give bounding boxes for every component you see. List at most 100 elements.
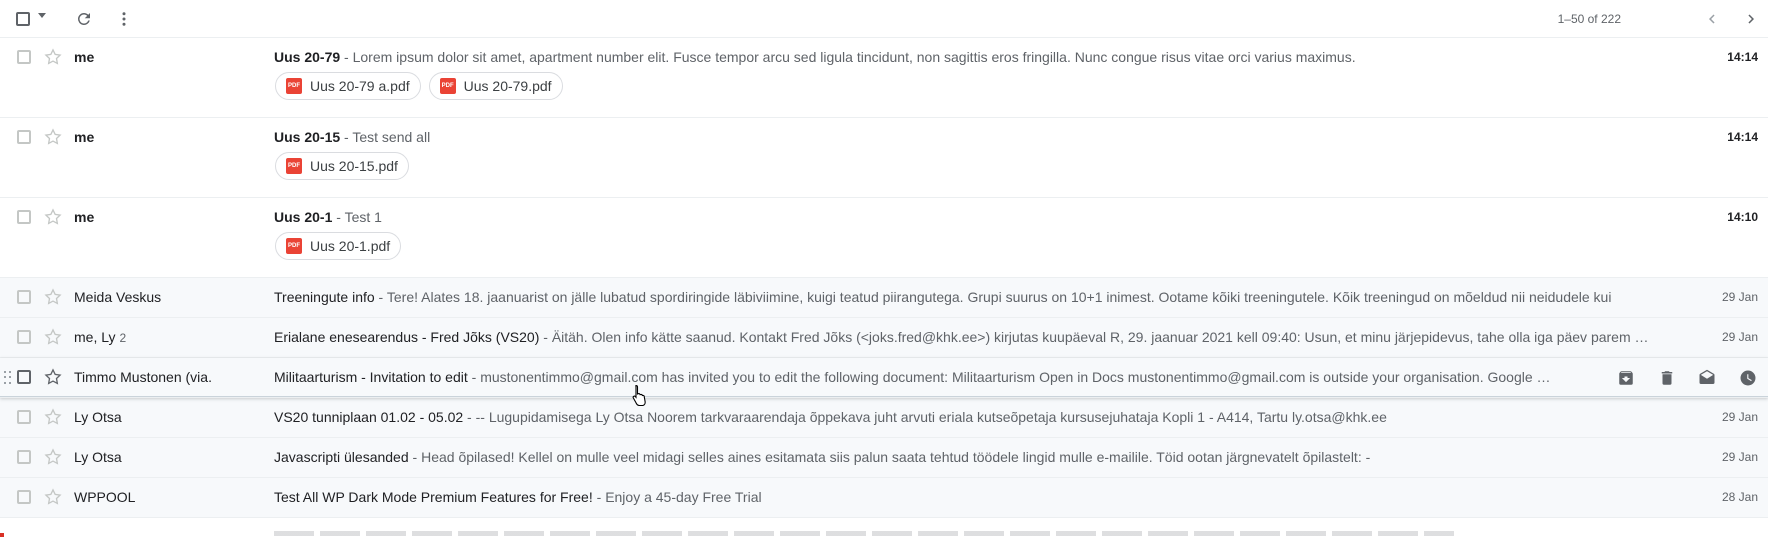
email-snippet: Lorem ipsum dolor sit amet, apartment nu…	[352, 49, 1356, 65]
row-checkbox[interactable]	[17, 210, 31, 224]
attachment-name: Uus 20-15.pdf	[310, 158, 398, 174]
mark-as-read-icon[interactable]	[1697, 368, 1717, 388]
attachment-chip[interactable]: PDF Uus 20-79 a.pdf	[275, 72, 421, 100]
star-icon[interactable]	[43, 327, 63, 347]
email-snippet: Head õpilased! Kellel on mulle veel mida…	[421, 449, 1371, 465]
row-checkbox[interactable]	[17, 330, 31, 344]
star-icon[interactable]	[43, 487, 63, 507]
email-row-hovered[interactable]: Timmo Mustonen (via. Militaarturism - In…	[0, 358, 1768, 398]
label-marker	[0, 533, 4, 537]
email-summary: VS20 tunniplaan 01.02 - 05.02 - -- Lugup…	[274, 409, 1660, 425]
subject-separator: -	[340, 129, 353, 145]
select-dropdown-caret-icon[interactable]	[38, 13, 46, 18]
star-icon[interactable]	[43, 367, 63, 387]
attachment-chip[interactable]: PDF Uus 20-1.pdf	[275, 232, 402, 260]
subject-separator: -	[463, 409, 476, 425]
email-row[interactable]: WPPOOL Test All WP Dark Mode Premium Fea…	[0, 478, 1768, 518]
subject-separator: -	[374, 289, 387, 305]
email-subject: Treeningute info	[274, 289, 375, 305]
sender-name: Ly Otsa	[74, 409, 122, 425]
email-subject: Uus 20-15	[274, 129, 341, 145]
sender-name: me	[74, 49, 95, 65]
attachment-chip[interactable]: PDF Uus 20-79.pdf	[428, 72, 563, 100]
hand-cursor-icon	[632, 384, 646, 406]
email-snippet: Test 1	[344, 209, 382, 225]
attachment-chip[interactable]: PDF Uus 20-15.pdf	[275, 152, 409, 180]
email-row[interactable]: me Uus 20-79 - Lorem ipsum dolor sit ame…	[0, 38, 1768, 118]
email-row[interactable]: me Uus 20-15 - Test send all 14:14 PDF U…	[0, 118, 1768, 198]
row-checkbox[interactable]	[17, 50, 31, 64]
subject-separator: -	[340, 49, 353, 65]
email-row[interactable]: Ly Otsa VS20 tunniplaan 01.02 - 05.02 - …	[0, 398, 1768, 438]
email-snippet: Enjoy a 45-day Free Trial	[605, 489, 762, 505]
email-subject: Uus 20-79	[274, 49, 341, 65]
sender-name: Timmo Mustonen (via.	[74, 369, 212, 385]
email-row[interactable]: Meida Veskus Treeningute info - Tere! Al…	[0, 278, 1768, 318]
archive-icon[interactable]	[1616, 368, 1636, 388]
drag-handle-icon[interactable]	[4, 371, 12, 385]
attachment-name: Uus 20-1.pdf	[310, 238, 391, 254]
email-snippet: Äitäh. Olen info kätte saanud. Kontakt F…	[551, 329, 1649, 345]
row-checkbox[interactable]	[17, 130, 31, 144]
sender-name: WPPOOL	[74, 489, 136, 505]
email-subject: Erialane enesearendus - Fred Jõks (VS20)	[274, 329, 540, 345]
star-icon[interactable]	[43, 207, 63, 227]
attachment-name: Uus 20-79 a.pdf	[310, 78, 410, 94]
refresh-icon[interactable]	[73, 8, 95, 30]
email-snippet: mustonentimmo@gmail.com has invited you …	[480, 369, 1551, 385]
subject-separator: -	[467, 369, 481, 385]
email-summary: Erialane enesearendus - Fred Jõks (VS20)…	[274, 329, 1664, 345]
select-all-checkbox[interactable]	[16, 12, 30, 26]
delete-icon[interactable]	[1657, 368, 1677, 388]
email-date: 14:10	[1727, 210, 1758, 224]
sender-name: me, Ly 2	[74, 329, 234, 345]
star-icon[interactable]	[43, 47, 63, 67]
email-date: 29 Jan	[1721, 290, 1758, 304]
subject-separator: -	[592, 489, 606, 505]
row-checkbox[interactable]	[17, 410, 31, 424]
email-summary: Javascripti ülesanded - Head õpilased! K…	[274, 449, 1660, 465]
cut-off-row-text	[274, 531, 1454, 536]
email-summary: Test All WP Dark Mode Premium Features f…	[274, 489, 1660, 505]
chevron-right-icon[interactable]	[1740, 8, 1762, 30]
sender-name: me	[74, 129, 95, 145]
email-row[interactable]: Ly Otsa Javascripti ülesanded - Head õpi…	[0, 438, 1768, 478]
star-icon[interactable]	[43, 407, 63, 427]
sender-name: Meida Veskus	[74, 289, 162, 305]
subject-separator: -	[539, 329, 552, 345]
star-icon[interactable]	[43, 447, 63, 467]
email-row[interactable]: me Uus 20-1 - Test 1 14:10 PDF Uus 20-1.…	[0, 198, 1768, 278]
email-summary: Treeningute info - Tere! Alates 18. jaan…	[274, 289, 1660, 305]
email-date: 29 Jan	[1721, 410, 1758, 424]
row-checkbox[interactable]	[17, 490, 31, 504]
email-summary: Uus 20-1 - Test 1	[274, 209, 1680, 225]
thread-count: 2	[119, 331, 127, 345]
row-checkbox[interactable]	[17, 450, 31, 464]
attachment-chips: PDF Uus 20-15.pdf	[275, 152, 409, 180]
email-summary: Uus 20-79 - Lorem ipsum dolor sit amet, …	[274, 49, 1680, 65]
hover-actions	[1606, 358, 1768, 398]
star-icon[interactable]	[43, 287, 63, 307]
email-summary: Uus 20-15 - Test send all	[274, 129, 1680, 145]
sender-name: me	[74, 209, 95, 225]
email-subject: Militaarturism - Invitation to edit	[274, 369, 468, 385]
star-icon[interactable]	[43, 127, 63, 147]
email-date: 29 Jan	[1721, 450, 1758, 464]
subject-separator: -	[332, 209, 345, 225]
email-subject: Test All WP Dark Mode Premium Features f…	[274, 489, 593, 505]
more-vert-icon[interactable]	[113, 8, 135, 30]
subject-separator: -	[408, 449, 422, 465]
attachment-name: Uus 20-79.pdf	[463, 78, 552, 94]
sender-name: Ly Otsa	[74, 449, 122, 465]
email-date: 29 Jan	[1721, 330, 1758, 344]
snooze-icon[interactable]	[1738, 368, 1758, 388]
chevron-left-icon[interactable]	[1701, 8, 1723, 30]
email-snippet: Test send all	[352, 129, 431, 145]
pdf-icon: PDF	[286, 158, 302, 174]
pdf-icon: PDF	[439, 78, 456, 94]
row-checkbox[interactable]	[17, 370, 31, 384]
email-summary: Militaarturism - Invitation to edit - mu…	[274, 369, 1600, 385]
email-subject: Javascripti ülesanded	[274, 449, 409, 465]
row-checkbox[interactable]	[17, 290, 31, 304]
email-row[interactable]: me, Ly 2 Erialane enesearendus - Fred Jõk…	[0, 318, 1768, 358]
